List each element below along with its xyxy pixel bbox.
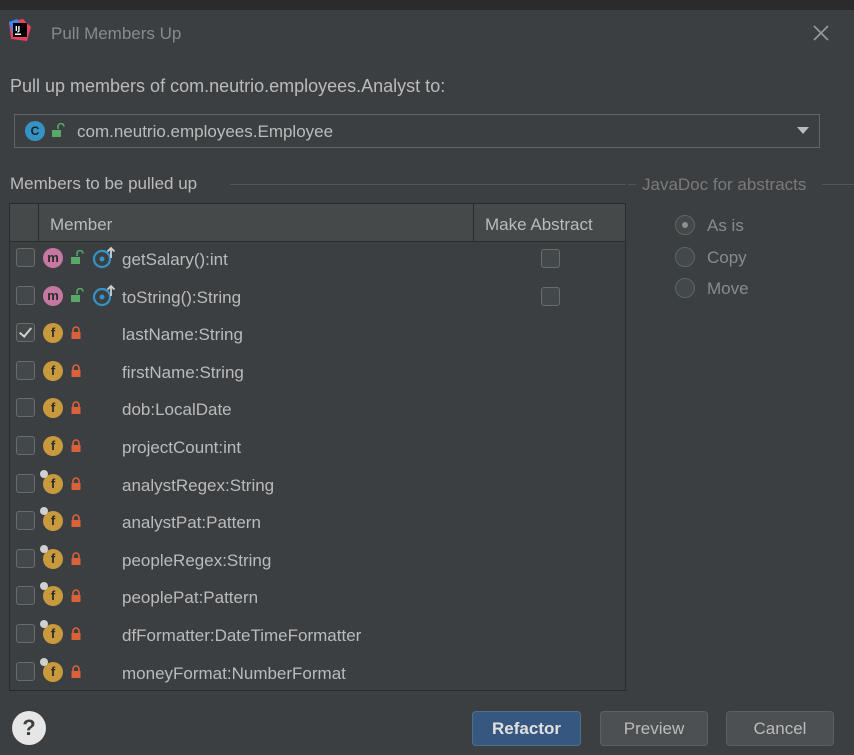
member-checkbox[interactable] <box>16 473 35 493</box>
table-row[interactable]: m getSalary():int <box>10 241 625 278</box>
member-name: projectCount:int <box>122 438 242 457</box>
static-marker-icon <box>40 469 48 478</box>
member-checkbox[interactable] <box>16 661 35 681</box>
radio-button[interactable] <box>675 215 695 235</box>
javadoc-option-copy[interactable]: Copy <box>675 246 854 272</box>
member-checkbox[interactable] <box>16 248 35 267</box>
member-name: dob:LocalDate <box>122 400 232 420</box>
dialog-title: Pull Members Up <box>51 24 182 43</box>
private-lock-icon <box>70 588 82 608</box>
private-lock-icon <box>70 400 82 420</box>
checkbox-column-header[interactable] <box>10 204 39 241</box>
static-marker-icon <box>40 657 48 666</box>
private-lock-icon <box>70 664 82 684</box>
member-name: analystPat:Pattern <box>122 513 261 533</box>
table-row[interactable]: f dob:LocalDate <box>10 391 625 428</box>
make-abstract-checkbox[interactable] <box>541 286 560 306</box>
private-lock-icon <box>70 626 82 646</box>
member-name: peopleRegex:String <box>122 550 272 570</box>
table-row[interactable]: f moneyFormat:NumberFormat <box>10 655 625 690</box>
private-lock-icon <box>70 438 82 458</box>
javadoc-section-label: JavaDoc for abstracts <box>642 175 807 194</box>
make-abstract-checkbox[interactable] <box>541 249 560 268</box>
section-divider <box>230 184 626 185</box>
overrides-icon <box>92 284 116 313</box>
member-checkbox[interactable] <box>16 360 35 380</box>
radio-label: Copy <box>707 247 747 267</box>
private-lock-icon <box>70 476 82 496</box>
table-header: Member Make Abstract <box>10 204 625 242</box>
table-row[interactable]: f peoplePat:Pattern <box>10 579 625 616</box>
private-lock-icon <box>70 325 82 345</box>
table-row[interactable]: f peopleRegex:String <box>10 542 625 579</box>
table-row[interactable]: f projectCount:int <box>10 429 625 466</box>
target-class-value: com.neutrio.employees.Employee <box>77 122 334 141</box>
member-checkbox[interactable] <box>16 285 35 305</box>
member-checkbox[interactable] <box>16 548 35 568</box>
field-icon: f <box>43 436 63 456</box>
table-row[interactable]: m toString():String <box>10 279 625 316</box>
member-checkbox[interactable] <box>16 586 35 606</box>
private-lock-icon <box>70 513 82 533</box>
private-lock-icon <box>70 551 82 571</box>
static-marker-icon <box>40 620 48 628</box>
overrides-icon <box>92 246 116 275</box>
member-name: lastName:String <box>122 325 243 345</box>
refactor-button[interactable]: Refactor <box>472 711 581 746</box>
method-icon: m <box>43 248 63 268</box>
public-lock-icon <box>70 249 84 271</box>
field-icon: f <box>43 323 63 344</box>
dialog-titlebar: IJ Pull Members Up <box>0 10 854 58</box>
private-lock-icon <box>70 363 82 383</box>
method-icon: m <box>43 285 63 306</box>
javadoc-option-move[interactable]: Move <box>675 277 854 303</box>
svg-text:IJ: IJ <box>15 25 20 33</box>
member-checkbox[interactable] <box>16 511 35 531</box>
table-row[interactable]: f analystPat:Pattern <box>10 504 625 541</box>
cancel-button[interactable]: Cancel <box>726 711 834 746</box>
close-icon[interactable] <box>808 20 834 46</box>
field-icon: f <box>43 398 63 419</box>
section-divider <box>822 184 854 185</box>
member-checkbox[interactable] <box>16 436 35 455</box>
preview-button[interactable]: Preview <box>600 711 708 746</box>
radio-button[interactable] <box>675 278 695 298</box>
member-name: dfFormatter:DateTimeFormatter <box>122 626 362 645</box>
radio-label: Move <box>707 279 749 298</box>
help-button[interactable]: ? <box>12 711 46 745</box>
section-divider <box>628 184 636 185</box>
public-lock-icon <box>70 287 84 309</box>
window-top-strip <box>0 0 854 10</box>
member-name: peoplePat:Pattern <box>122 588 259 608</box>
member-name: analystRegex:String <box>122 475 275 495</box>
members-section-label: Members to be pulled up <box>10 174 198 193</box>
radio-button[interactable] <box>675 246 695 267</box>
pull-up-heading: Pull up members of com.neutrio.employees… <box>10 76 446 96</box>
table-row[interactable]: f dfFormatter:DateTimeFormatter <box>10 617 625 654</box>
open-lock-icon <box>52 123 65 137</box>
javadoc-option-as-is[interactable]: As is <box>675 214 854 240</box>
static-marker-icon <box>40 544 48 553</box>
member-checkbox[interactable] <box>16 624 35 643</box>
radio-label: As is <box>707 216 744 235</box>
intellij-app-icon: IJ <box>9 19 31 41</box>
member-checkbox[interactable] <box>16 398 35 418</box>
table-row[interactable]: f analystRegex:String <box>10 467 625 504</box>
member-name: getSalary():int <box>122 250 228 269</box>
chevron-down-icon <box>797 127 809 134</box>
make-abstract-column-header[interactable]: Make Abstract <box>485 215 593 235</box>
column-separator[interactable] <box>473 204 474 241</box>
member-name: firstName:String <box>122 362 244 382</box>
member-name: moneyFormat:NumberFormat <box>122 663 346 683</box>
table-row[interactable]: f lastName:String <box>10 316 625 353</box>
table-row[interactable]: f firstName:String <box>10 354 625 391</box>
class-icon: C <box>25 121 45 141</box>
member-column-header[interactable]: Member <box>50 215 112 235</box>
members-table[interactable]: Member Make Abstract m getSalary():int m to… <box>9 203 626 691</box>
target-class-combobox[interactable]: C com.neutrio.employees.Employee <box>14 114 820 148</box>
field-icon: f <box>43 360 63 381</box>
member-checkbox[interactable] <box>16 323 35 343</box>
member-name: toString():String <box>122 287 242 307</box>
